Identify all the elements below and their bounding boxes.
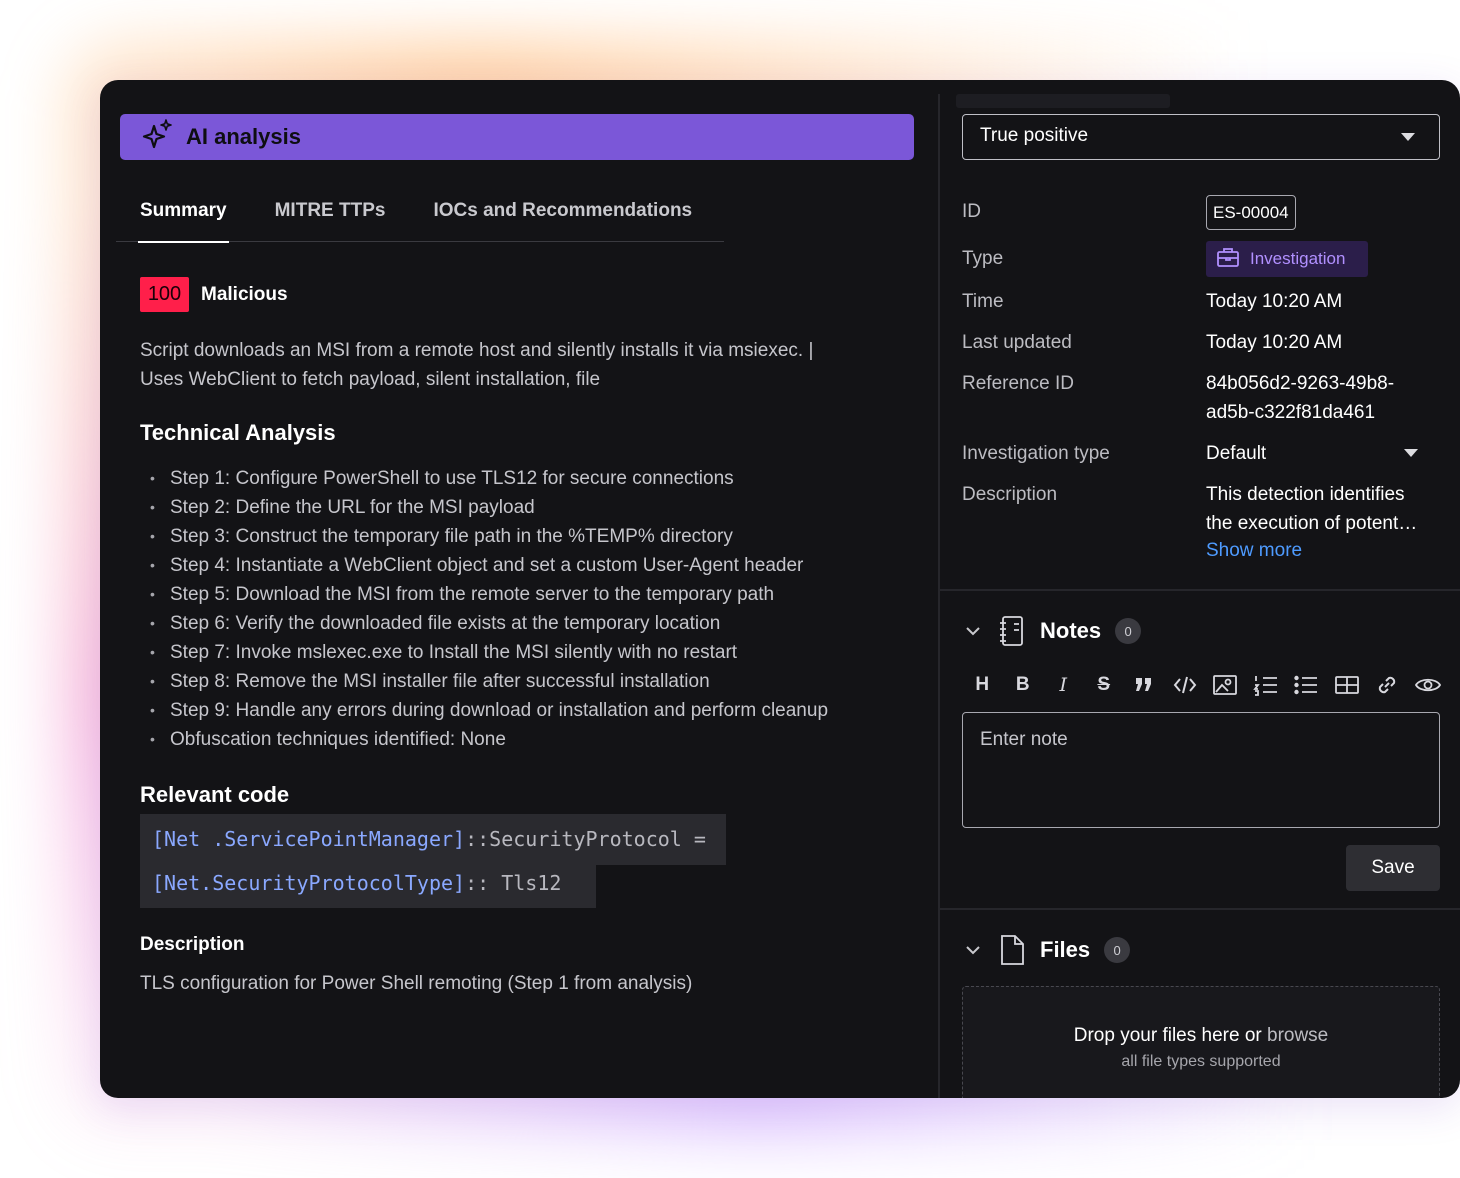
note-input[interactable]: Enter note [962, 712, 1440, 828]
quote-icon[interactable] [1124, 670, 1165, 700]
preview-eye-icon[interactable] [1408, 670, 1449, 700]
investigation-type-select[interactable]: Default [1206, 439, 1266, 468]
code-line-1: [Net .ServicePointManager]::SecurityProt… [140, 814, 726, 865]
tab-summary[interactable]: Summary [116, 196, 251, 243]
type-badge: Investigation [1206, 241, 1368, 277]
relevant-code-heading: Relevant code [140, 782, 290, 807]
description-line: This detection identifies [1206, 484, 1405, 505]
reference-id-line: ad5b-c322f81da461 [1206, 402, 1376, 423]
drop-zone-text: Drop your files here or browse [963, 1025, 1439, 1047]
last-updated-label: Last updated [962, 332, 1072, 353]
investigation-type-label: Investigation type [962, 443, 1110, 464]
code-description-heading: Description [140, 934, 245, 955]
reference-id-label: Reference ID [962, 373, 1074, 394]
image-icon[interactable] [1205, 670, 1246, 700]
strikethrough-button[interactable]: S [1084, 670, 1125, 700]
id-label: ID [962, 201, 981, 222]
list-item: Step 5: Download the MSI from the remote… [150, 580, 828, 609]
notes-editor-toolbar: H B I S [962, 670, 1448, 700]
caret-down-icon [1401, 133, 1415, 141]
technical-analysis-steps: Step 1: Configure PowerShell to use TLS1… [150, 464, 828, 754]
summary-text: Script downloads an MSI from a remote ho… [140, 336, 864, 394]
threat-score-badge: 100 [140, 277, 189, 312]
files-header[interactable]: Files 0 [962, 934, 1131, 966]
last-updated-value: Today 10:20 AM [1206, 332, 1343, 353]
chevron-down-icon[interactable] [962, 620, 984, 642]
bullet-list-icon[interactable] [1286, 670, 1327, 700]
table-icon[interactable] [1327, 670, 1368, 700]
reference-id-line: 84b056d2-9263-49b8- [1206, 373, 1395, 394]
description-line: the execution of potent… [1206, 513, 1418, 534]
threat-score-row: 100 Malicious [140, 277, 288, 312]
notes-header[interactable]: Notes 0 [962, 615, 1142, 647]
time-label: Time [962, 291, 1004, 312]
briefcase-icon [1216, 246, 1240, 273]
caret-down-icon[interactable] [1404, 449, 1418, 457]
list-item: Obfuscation techniques identified: None [150, 725, 828, 754]
ordered-list-icon[interactable] [1246, 670, 1287, 700]
list-item: Step 6: Verify the downloaded file exist… [150, 609, 828, 638]
browse-link[interactable]: browse [1267, 1025, 1328, 1046]
ai-analysis-title: AI analysis [186, 124, 301, 149]
type-label: Type [962, 248, 1004, 269]
list-item: Step 8: Remove the MSI installer file af… [150, 667, 828, 696]
drop-zone-subtext: all file types supported [1121, 1053, 1281, 1070]
time-value: Today 10:20 AM [1206, 291, 1343, 312]
code-text-token: :: Tls12 [465, 871, 562, 895]
tab-mitre-ttps[interactable]: MITRE TTPs [251, 196, 410, 242]
code-type-token: [Net .ServicePointManager] [152, 827, 466, 851]
show-more-link[interactable]: Show more [1206, 540, 1302, 562]
ai-analysis-panel: AI analysis Summary MITRE TTPs IOCs and … [100, 80, 938, 1098]
link-icon[interactable] [1367, 670, 1408, 700]
details-panel: True positive ID ES-00004 Type Investiga… [940, 80, 1460, 1098]
top-scroll-indicator [956, 94, 1170, 108]
id-value: ES-00004 [1206, 195, 1296, 230]
tab-iocs-and-recommendations[interactable]: IOCs and Recommendations [409, 196, 716, 242]
ai-analysis-banner: AI analysis [120, 114, 914, 160]
list-item: Step 3: Construct the temporary file pat… [150, 522, 828, 551]
files-count-badge: 0 [1104, 937, 1131, 963]
section-divider [940, 589, 1460, 591]
description-label: Description [962, 484, 1058, 505]
save-button[interactable]: Save [1346, 845, 1440, 891]
sparkle-icon [140, 118, 174, 157]
detection-window: AI analysis Summary MITRE TTPs IOCs and … [100, 80, 1460, 1098]
drop-zone-label: Drop your files here or [1073, 1025, 1262, 1046]
verdict-select-value: True positive [980, 125, 1089, 146]
file-icon [1001, 935, 1024, 965]
threat-verdict: Malicious [201, 283, 288, 305]
code-description-text: TLS configuration for Power Shell remoti… [140, 973, 693, 994]
file-drop-zone[interactable]: Drop your files here or browse all file … [962, 986, 1440, 1098]
section-divider [940, 908, 1460, 910]
code-type-token: [Net.SecurityProtocolType] [152, 871, 466, 895]
analysis-tabs: Summary MITRE TTPs IOCs and Recommendati… [116, 196, 724, 243]
list-item: Step 9: Handle any errors during downloa… [150, 696, 828, 725]
notebook-icon [1000, 616, 1023, 646]
heading-button[interactable]: H [962, 670, 1003, 700]
code-icon[interactable] [1165, 670, 1206, 700]
summary-line: Uses WebClient to fetch payload, silent … [140, 369, 601, 390]
reference-id-value: 84b056d2-9263-49b8- ad5b-c322f81da461 [1206, 369, 1394, 427]
italic-button[interactable]: I [1043, 670, 1084, 700]
code-line-2: [Net.SecurityProtocolType]:: Tls12 [140, 865, 596, 908]
type-value: Investigation [1250, 249, 1346, 268]
notes-title: Notes [1040, 618, 1102, 643]
code-text-token: ::SecurityProtocol = [465, 827, 706, 851]
list-item: Step 7: Invoke mslexec.exe to Install th… [150, 638, 828, 667]
list-item: Step 2: Define the URL for the MSI paylo… [150, 493, 828, 522]
list-item: Step 1: Configure PowerShell to use TLS1… [150, 464, 828, 493]
technical-analysis-heading: Technical Analysis [140, 420, 336, 445]
list-item: Step 4: Instantiate a WebClient object a… [150, 551, 828, 580]
verdict-select[interactable]: True positive [962, 114, 1440, 160]
files-title: Files [1040, 937, 1091, 962]
chevron-down-icon[interactable] [962, 939, 984, 961]
summary-line: Script downloads an MSI from a remote ho… [140, 340, 814, 361]
bold-button[interactable]: B [1003, 670, 1044, 700]
description-value: This detection identifies the execution … [1206, 480, 1417, 538]
notes-count-badge: 0 [1115, 618, 1142, 644]
